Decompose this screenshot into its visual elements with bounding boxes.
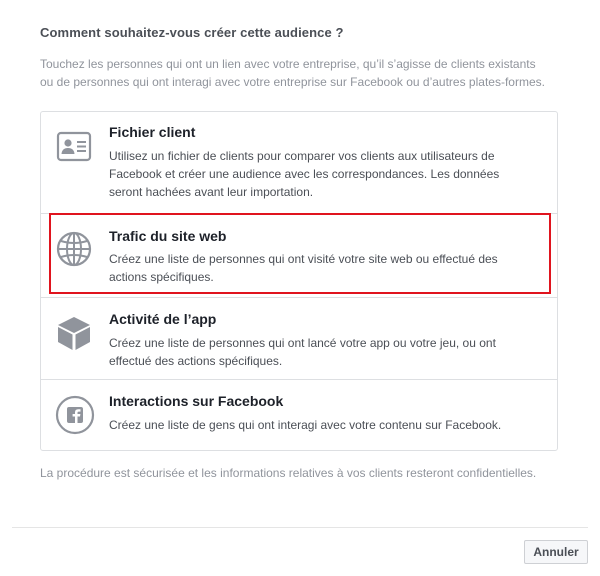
description-line: actions spécifiques.	[109, 270, 214, 284]
cube-icon	[55, 314, 93, 352]
option-title: Activité de l’app	[109, 311, 217, 327]
cancel-button[interactable]: Annuler	[524, 540, 588, 564]
option-description: Créez une liste de gens qui ont interagi…	[109, 416, 539, 434]
option-title: Interactions sur Facebook	[109, 393, 284, 409]
contact-card-icon	[55, 128, 93, 166]
dialog-title: Comment souhaitez-vous créer cette audie…	[40, 25, 344, 40]
security-note: La procédure est sécurisée et les inform…	[40, 466, 537, 480]
option-title: Fichier client	[109, 124, 196, 140]
option-facebook-engagement[interactable]: Interactions sur Facebook Créez une list…	[41, 379, 557, 450]
option-customer-file[interactable]: Fichier client Utilisez un fichier de cl…	[41, 112, 557, 213]
option-website-traffic[interactable]: Trafic du site web Créez une liste de pe…	[41, 213, 557, 297]
option-description: Créez une liste de personnes qui ont vis…	[109, 250, 539, 286]
description-line: Facebook et créer une audience avec les …	[109, 167, 500, 181]
option-title: Trafic du site web	[109, 228, 227, 244]
intro-line: ou de personnes qui ont interagi avec vo…	[40, 75, 545, 89]
option-description: Créez une liste de personnes qui ont lan…	[109, 334, 539, 370]
description-line: Créez une liste de personnes qui ont vis…	[109, 252, 498, 266]
audience-options-list: Fichier client Utilisez un fichier de cl…	[40, 111, 558, 451]
description-line: Créez une liste de personnes qui ont lan…	[109, 336, 496, 350]
intro-line: Touchez les personnes qui ont un lien av…	[40, 57, 536, 71]
option-description: Utilisez un fichier de clients pour comp…	[109, 147, 539, 201]
globe-icon	[55, 230, 93, 268]
option-app-activity[interactable]: Activité de l’app Créez une liste de per…	[41, 297, 557, 379]
footer-divider	[12, 527, 588, 528]
description-line: effectué des actions spécifiques.	[109, 354, 283, 368]
description-line: Créez une liste de gens qui ont interagi…	[109, 418, 502, 432]
dialog-intro: Touchez les personnes qui ont un lien av…	[40, 55, 570, 91]
description-line: seront hachées avant leur importation.	[109, 185, 314, 199]
facebook-icon	[55, 395, 95, 435]
description-line: Utilisez un fichier de clients pour comp…	[109, 149, 495, 163]
